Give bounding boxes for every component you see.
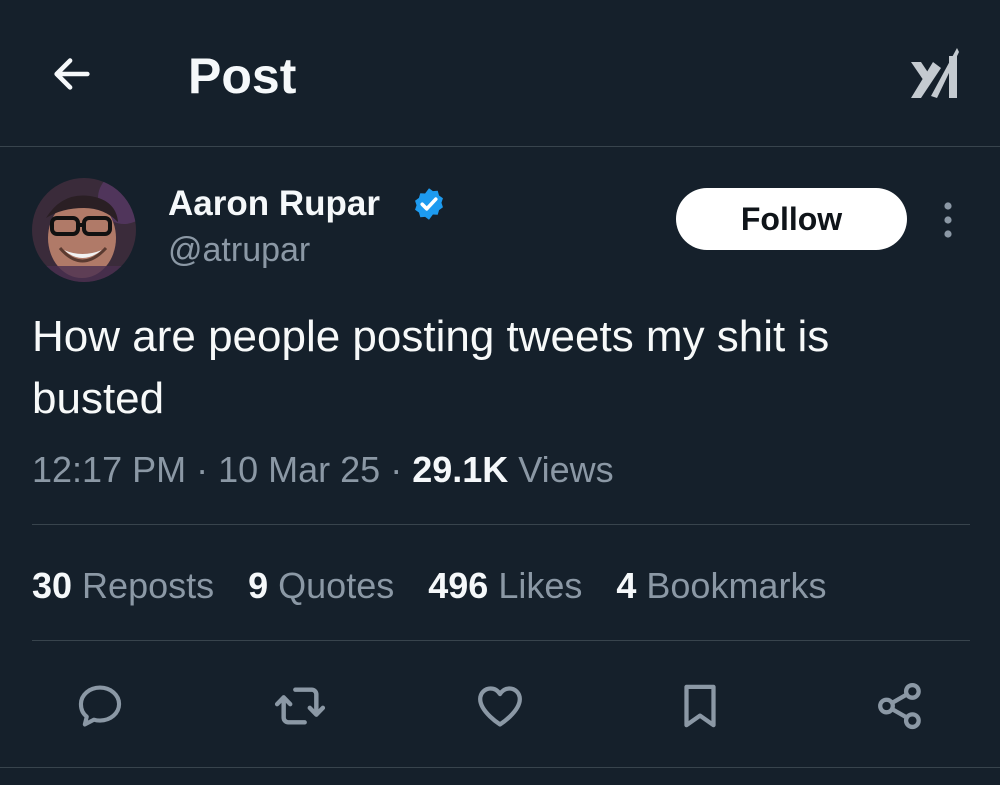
author-handle[interactable]: @atrupar xyxy=(168,228,310,272)
reply-icon xyxy=(78,685,122,727)
page-title: Post xyxy=(188,48,297,104)
stat-reposts[interactable]: 30 Reposts xyxy=(32,562,214,610)
stat-bookmarks[interactable]: 4 Bookmarks xyxy=(616,562,826,610)
top-bar: Post xyxy=(0,0,1000,146)
avatar[interactable] xyxy=(32,178,136,282)
author-display-name[interactable]: Aaron Rupar xyxy=(168,182,380,226)
tweet-text: How are people posting tweets my shit is… xyxy=(32,312,830,423)
bookmark-icon xyxy=(684,684,716,728)
tweet-metadata: 12:17 PM · 10 Mar 25 · 29.1K Views xyxy=(32,446,614,494)
stat-label: Quotes xyxy=(278,565,395,606)
stat-likes[interactable]: 496 Likes xyxy=(428,562,582,610)
engagement-stats: 30 Reposts 9 Quotes 496 Likes 4 Bookmarks xyxy=(32,562,860,610)
bottom-divider xyxy=(0,767,1000,768)
stat-label: Reposts xyxy=(82,565,215,606)
stat-count: 9 xyxy=(248,565,269,606)
meta-divider xyxy=(32,524,970,525)
grok-button[interactable] xyxy=(902,40,968,106)
tweet-date[interactable]: 10 Mar 25 xyxy=(218,449,380,490)
views-count: 29.1K xyxy=(412,449,509,490)
meta-separator: · xyxy=(380,449,413,490)
stat-label: Likes xyxy=(498,565,583,606)
bookmark-button[interactable] xyxy=(670,676,730,736)
reply-button[interactable] xyxy=(70,676,130,736)
views-label: Views xyxy=(518,449,614,490)
stat-count: 30 xyxy=(32,565,73,606)
follow-button[interactable]: Follow xyxy=(676,188,907,250)
stat-count: 496 xyxy=(428,565,489,606)
more-vertical-icon xyxy=(944,202,952,238)
repost-button[interactable] xyxy=(270,676,330,736)
heart-icon xyxy=(478,686,522,727)
arrow-left-icon xyxy=(54,58,90,90)
more-options-button[interactable] xyxy=(926,196,970,244)
grok-icon xyxy=(911,48,959,98)
stat-quotes[interactable]: 9 Quotes xyxy=(248,562,394,610)
verified-badge-icon xyxy=(415,188,443,220)
repost-icon xyxy=(274,687,326,725)
back-button[interactable] xyxy=(44,46,100,102)
header-divider xyxy=(0,146,1000,147)
meta-separator: · xyxy=(186,449,219,490)
like-button[interactable] xyxy=(470,676,530,736)
share-button[interactable] xyxy=(870,676,930,736)
stat-label: Bookmarks xyxy=(646,565,827,606)
stat-count: 4 xyxy=(616,565,637,606)
tweet-time[interactable]: 12:17 PM xyxy=(32,449,186,490)
avatar-photo-icon xyxy=(32,178,136,282)
share-icon xyxy=(878,682,921,730)
stats-divider xyxy=(32,640,970,641)
